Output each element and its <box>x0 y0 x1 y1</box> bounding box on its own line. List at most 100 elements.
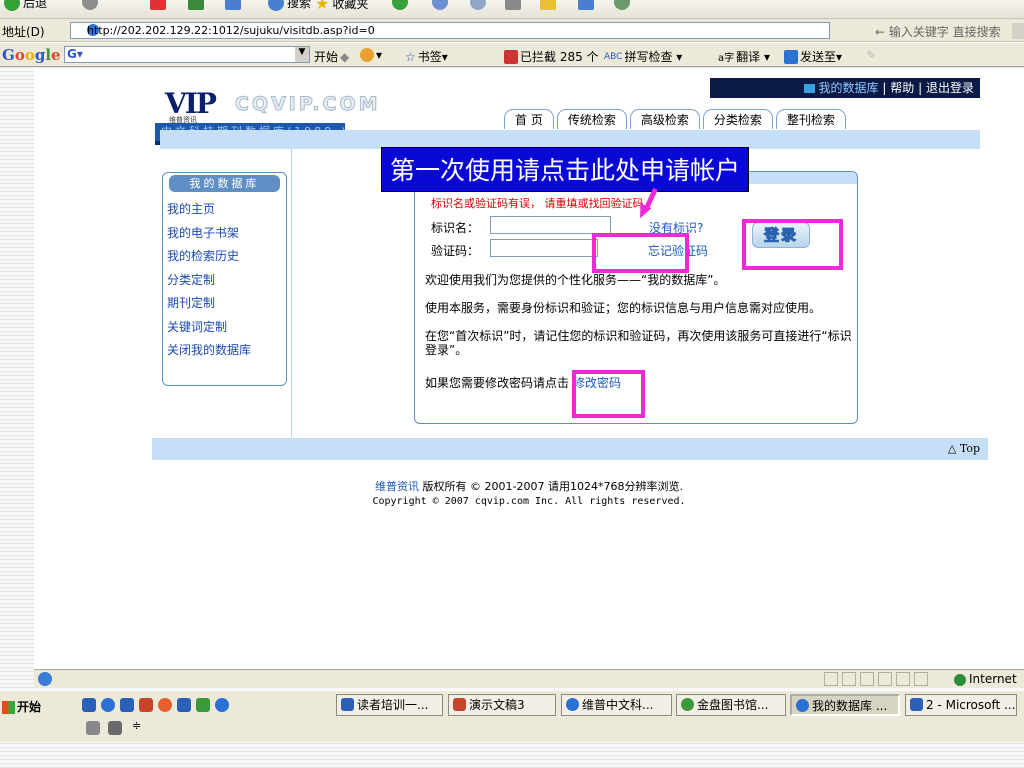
highlight-forgot-code <box>592 233 689 273</box>
sidebar-title: 我的数据库 <box>169 175 280 192</box>
refresh-button[interactable] <box>188 0 204 10</box>
search-button[interactable]: 搜索 <box>268 0 311 11</box>
google-logo: Google <box>2 46 61 64</box>
sidebar-item-close-database[interactable]: 关闭我的数据库 <box>167 339 286 363</box>
star-icon: ☆ <box>405 49 416 64</box>
top-links-bar: 我的数据库 | 帮助 | 退出登录 <box>710 78 980 98</box>
browser-toolbar: 后退 搜索 ★ 收藏夹 <box>0 0 1024 19</box>
logout-link[interactable]: 退出登录 <box>926 81 974 95</box>
stop-icon <box>150 0 166 10</box>
favorites-button[interactable]: ★ 收藏夹 <box>315 0 368 13</box>
mobile-button[interactable] <box>614 0 630 10</box>
task-button-reader-training[interactable]: 读者培训一... <box>336 694 443 716</box>
sidebar-item-keyword-custom[interactable]: 关键词定制 <box>167 316 286 340</box>
google-options-icon[interactable]: ▾ <box>360 48 382 62</box>
address-bar: 地址(D) http://202.202.129.22:1012/sujuku/… <box>0 20 1024 42</box>
ie-icon <box>566 698 579 711</box>
login-error-message: 标识名或验证码有误， 请重填或找回验证码 <box>431 197 644 210</box>
quicklaunch-ie-icon[interactable] <box>101 698 115 712</box>
task-button-presentation[interactable]: 演示文稿3 <box>448 694 556 716</box>
folder-button[interactable] <box>540 0 556 10</box>
mobile-icon <box>614 0 630 10</box>
folder-icon <box>540 0 556 10</box>
annotation-callout: 第一次使用请点击此处申请帐户 <box>381 147 749 192</box>
google-search-input[interactable]: G▾ ▼ <box>64 46 310 63</box>
tab-home[interactable]: 首 页 <box>504 109 554 129</box>
quicklaunch-word-icon[interactable] <box>120 698 134 712</box>
more-icon[interactable]: ≑ <box>132 719 141 732</box>
help-icon[interactable] <box>108 721 122 735</box>
messenger-button[interactable] <box>578 0 594 10</box>
home-icon <box>225 0 241 10</box>
cqvip-brand-link[interactable]: 维普资讯 <box>375 480 419 493</box>
google-bookmarks-button[interactable]: ☆ 书签▾ <box>405 48 448 65</box>
back-button[interactable]: 后退 <box>4 0 47 11</box>
ie-icon <box>796 699 809 712</box>
quicklaunch-ppt-icon[interactable] <box>139 698 153 712</box>
back-arrow-icon <box>4 0 20 11</box>
forward-button[interactable] <box>82 0 98 10</box>
history-icon <box>432 0 448 10</box>
google-start-button[interactable]: 开始 ◆ <box>314 48 349 65</box>
copyright-line-1: 维普资讯 版权所有 © 2001-2007 请用1024*768分辨率浏览. <box>375 480 683 493</box>
sidebar-item-journal-custom[interactable]: 期刊定制 <box>167 292 286 316</box>
sidebar-item-ebookshelf[interactable]: 我的电子书架 <box>167 222 286 246</box>
keyword-search-hint[interactable]: ← 输入关键字 直接搜索 <box>875 23 1001 40</box>
translate-button[interactable]: a字 翻译 ▾ <box>718 48 770 65</box>
address-label: 地址(D) <box>2 25 45 39</box>
tab-category-search[interactable]: 分类检索 <box>702 109 773 129</box>
quicklaunch-media-icon[interactable] <box>82 698 96 712</box>
forward-arrow-icon <box>82 0 98 10</box>
sendto-button[interactable]: 发送至▾ <box>784 48 842 65</box>
page-status-icon <box>38 672 52 686</box>
quicklaunch-mail-icon[interactable] <box>196 698 210 712</box>
task-button-library[interactable]: 金盘图书馆... <box>676 694 786 716</box>
start-button[interactable]: 开始 <box>2 698 41 715</box>
stop-button[interactable] <box>150 0 166 10</box>
task-button-vip-chinese[interactable]: 维普中文科... <box>561 694 672 716</box>
quicklaunch-app-icon[interactable] <box>158 698 172 712</box>
media-button[interactable] <box>392 0 408 10</box>
sidebar-item-homepage[interactable]: 我的主页 <box>167 198 286 222</box>
quicklaunch-browser-icon[interactable] <box>215 698 229 712</box>
popup-blocker-icon <box>504 49 518 64</box>
popup-blocker-button[interactable]: 已拦截 285 个 <box>504 48 599 65</box>
task-button-microsoft-word[interactable]: 2 - Microsoft ... <box>905 694 1017 716</box>
tab-journal-search[interactable]: 整刊检索 <box>775 109 846 129</box>
code-input[interactable] <box>490 239 598 257</box>
back-to-top-link[interactable]: △ Top <box>948 442 980 455</box>
quicklaunch-tool-icon[interactable] <box>177 698 191 712</box>
sidebar-menu: 我的数据库 我的主页 我的电子书架 我的检索历史 分类定制 期刊定制 关键词定制… <box>162 172 287 386</box>
id-input[interactable] <box>490 216 611 234</box>
windows-flag-icon <box>2 701 15 714</box>
spellcheck-button[interactable]: ABC 拼写检查 ▾ <box>604 48 682 65</box>
ppt-icon <box>453 698 466 711</box>
chevron-down-icon[interactable]: ▼ <box>295 47 309 62</box>
history-button[interactable] <box>432 0 448 10</box>
search-icon <box>268 0 284 11</box>
mail-icon <box>470 0 486 10</box>
chevron-down-icon[interactable] <box>1012 23 1024 39</box>
tab-advanced-search[interactable]: 高级检索 <box>629 109 700 129</box>
copyright-line-2: Copyright © 2007 cqvip.com Inc. All righ… <box>372 496 686 507</box>
sidebar-item-category-custom[interactable]: 分类定制 <box>167 269 286 293</box>
security-zone: Internet <box>954 672 1017 686</box>
home-button[interactable] <box>225 0 241 10</box>
my-database-link[interactable]: 我的数据库 <box>819 81 879 95</box>
translate-icon: a字 <box>718 53 735 64</box>
sidebar-item-search-history[interactable]: 我的检索历史 <box>167 245 286 269</box>
pencil-icon[interactable]: ✎ <box>866 48 876 62</box>
task-button-my-database[interactable]: 我的数据库 ... <box>790 694 900 716</box>
word-doc-icon <box>910 698 923 711</box>
web-page: VIP 维普资讯 CQVIP.COM 中文科技期刊数据库(1989-) 我的数据… <box>34 68 1024 669</box>
address-url: http://202.202.129.22:1012/sujuku/visitd… <box>87 24 375 37</box>
address-input[interactable]: http://202.202.129.22:1012/sujuku/visitd… <box>70 22 830 39</box>
globe-icon <box>954 673 966 686</box>
highlight-change-password <box>572 370 645 418</box>
help-link[interactable]: 帮助 <box>890 81 914 95</box>
hardware-icon[interactable] <box>86 721 100 735</box>
print-button[interactable] <box>505 0 521 10</box>
mail-button[interactable] <box>470 0 486 10</box>
tab-traditional-search[interactable]: 传统检索 <box>556 109 627 129</box>
media-icon <box>392 0 408 10</box>
